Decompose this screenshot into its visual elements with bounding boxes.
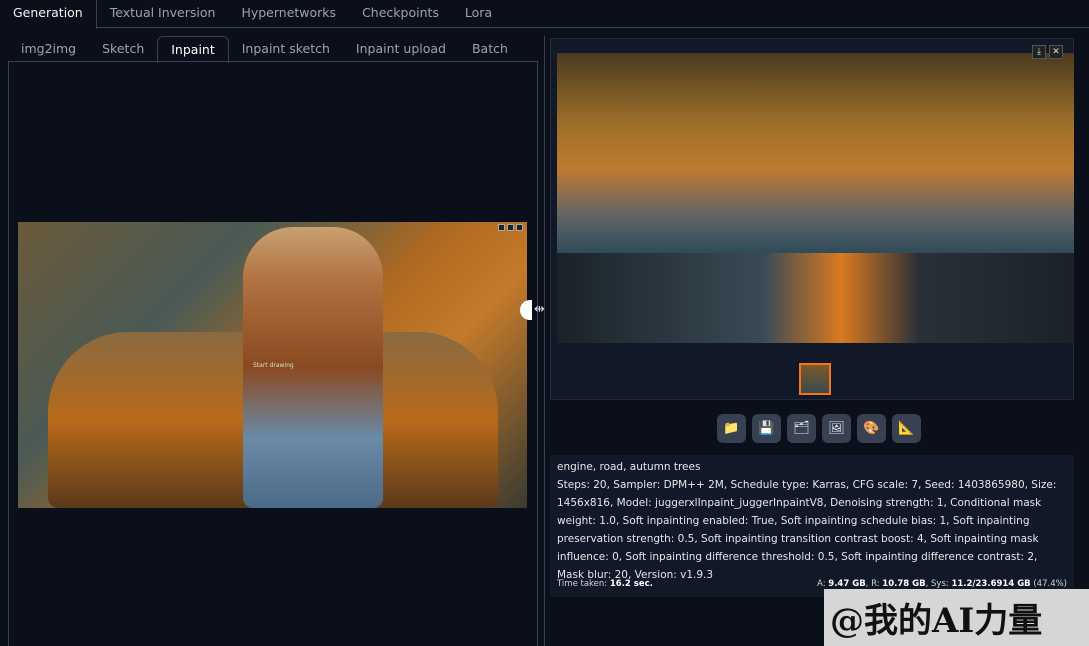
remove-icon[interactable]: [516, 224, 523, 231]
mem-sys: 11.2/23.6914 GB: [951, 579, 1031, 589]
time-label: Time taken:: [557, 579, 608, 589]
mem-r: 10.78 GB: [882, 579, 926, 589]
generation-info: engine, road, autumn trees Steps: 20, Sa…: [550, 455, 1074, 597]
engine-image-region: [557, 253, 1074, 343]
tab-sketch[interactable]: Sketch: [89, 36, 157, 62]
start-drawing-hint: Start drawing: [253, 362, 294, 369]
mem-r-label: R:: [871, 579, 880, 589]
memory-stats: A: 9.47 GB, R: 10.78 GB, Sys: 11.2/23.69…: [817, 579, 1067, 589]
time-taken: Time taken: 16.2 sec.: [557, 579, 653, 589]
tab-inpaint-upload[interactable]: Inpaint upload: [343, 36, 459, 62]
tab-inpaint-sketch[interactable]: Inpaint sketch: [229, 36, 343, 62]
canvas-tools: [498, 224, 523, 231]
tab-checkpoints[interactable]: Checkpoints: [349, 0, 452, 28]
undo-icon[interactable]: [498, 224, 505, 231]
watermark: @我的AI力量: [824, 589, 1089, 646]
inpaint-canvas[interactable]: Start drawing: [18, 222, 527, 508]
send-to-inpaint-icon[interactable]: 🎨: [857, 414, 886, 443]
send-to-img2img-icon[interactable]: 🖼: [822, 414, 851, 443]
top-tabs: Generation Textual Inversion Hypernetwor…: [0, 0, 1089, 29]
params-text: Steps: 20, Sampler: DPM++ 2M, Schedule t…: [557, 479, 1057, 581]
tab-lora[interactable]: Lora: [452, 0, 505, 28]
save-icon[interactable]: 💾: [752, 414, 781, 443]
clear-icon[interactable]: [507, 224, 514, 231]
stats-bar: Time taken: 16.2 sec. A: 9.47 GB, R: 10.…: [557, 579, 1067, 589]
zip-icon[interactable]: 🗂: [787, 414, 816, 443]
tab-img2img[interactable]: img2img: [8, 36, 89, 62]
prompt-text: engine, road, autumn trees: [557, 461, 701, 473]
img2img-tabs: img2img Sketch Inpaint Inpaint sketch In…: [8, 36, 538, 63]
mem-a-label: A:: [817, 579, 826, 589]
tab-textual-inversion[interactable]: Textual Inversion: [97, 0, 229, 28]
download-button[interactable]: ⤓: [1032, 45, 1046, 59]
output-gallery: ⤓ ✕: [550, 38, 1074, 400]
gallery-thumbnail[interactable]: [799, 363, 831, 395]
mem-pct: (47.4%): [1033, 579, 1067, 589]
action-buttons: 📁 💾 🗂 🖼 🎨 📐: [717, 414, 921, 443]
folder-icon[interactable]: 📁: [717, 414, 746, 443]
mem-a: 9.47 GB: [828, 579, 866, 589]
tab-batch[interactable]: Batch: [459, 36, 521, 62]
send-to-extras-icon[interactable]: 📐: [892, 414, 921, 443]
close-button[interactable]: ✕: [1049, 45, 1063, 59]
tab-generation[interactable]: Generation: [0, 0, 97, 29]
mem-sys-label: Sys:: [931, 579, 949, 589]
time-value: 16.2 sec.: [609, 579, 653, 589]
column-divider: [544, 36, 545, 646]
tab-inpaint[interactable]: Inpaint: [157, 36, 229, 63]
tab-hypernetworks[interactable]: Hypernetworks: [228, 0, 349, 28]
output-image[interactable]: [557, 53, 1074, 343]
